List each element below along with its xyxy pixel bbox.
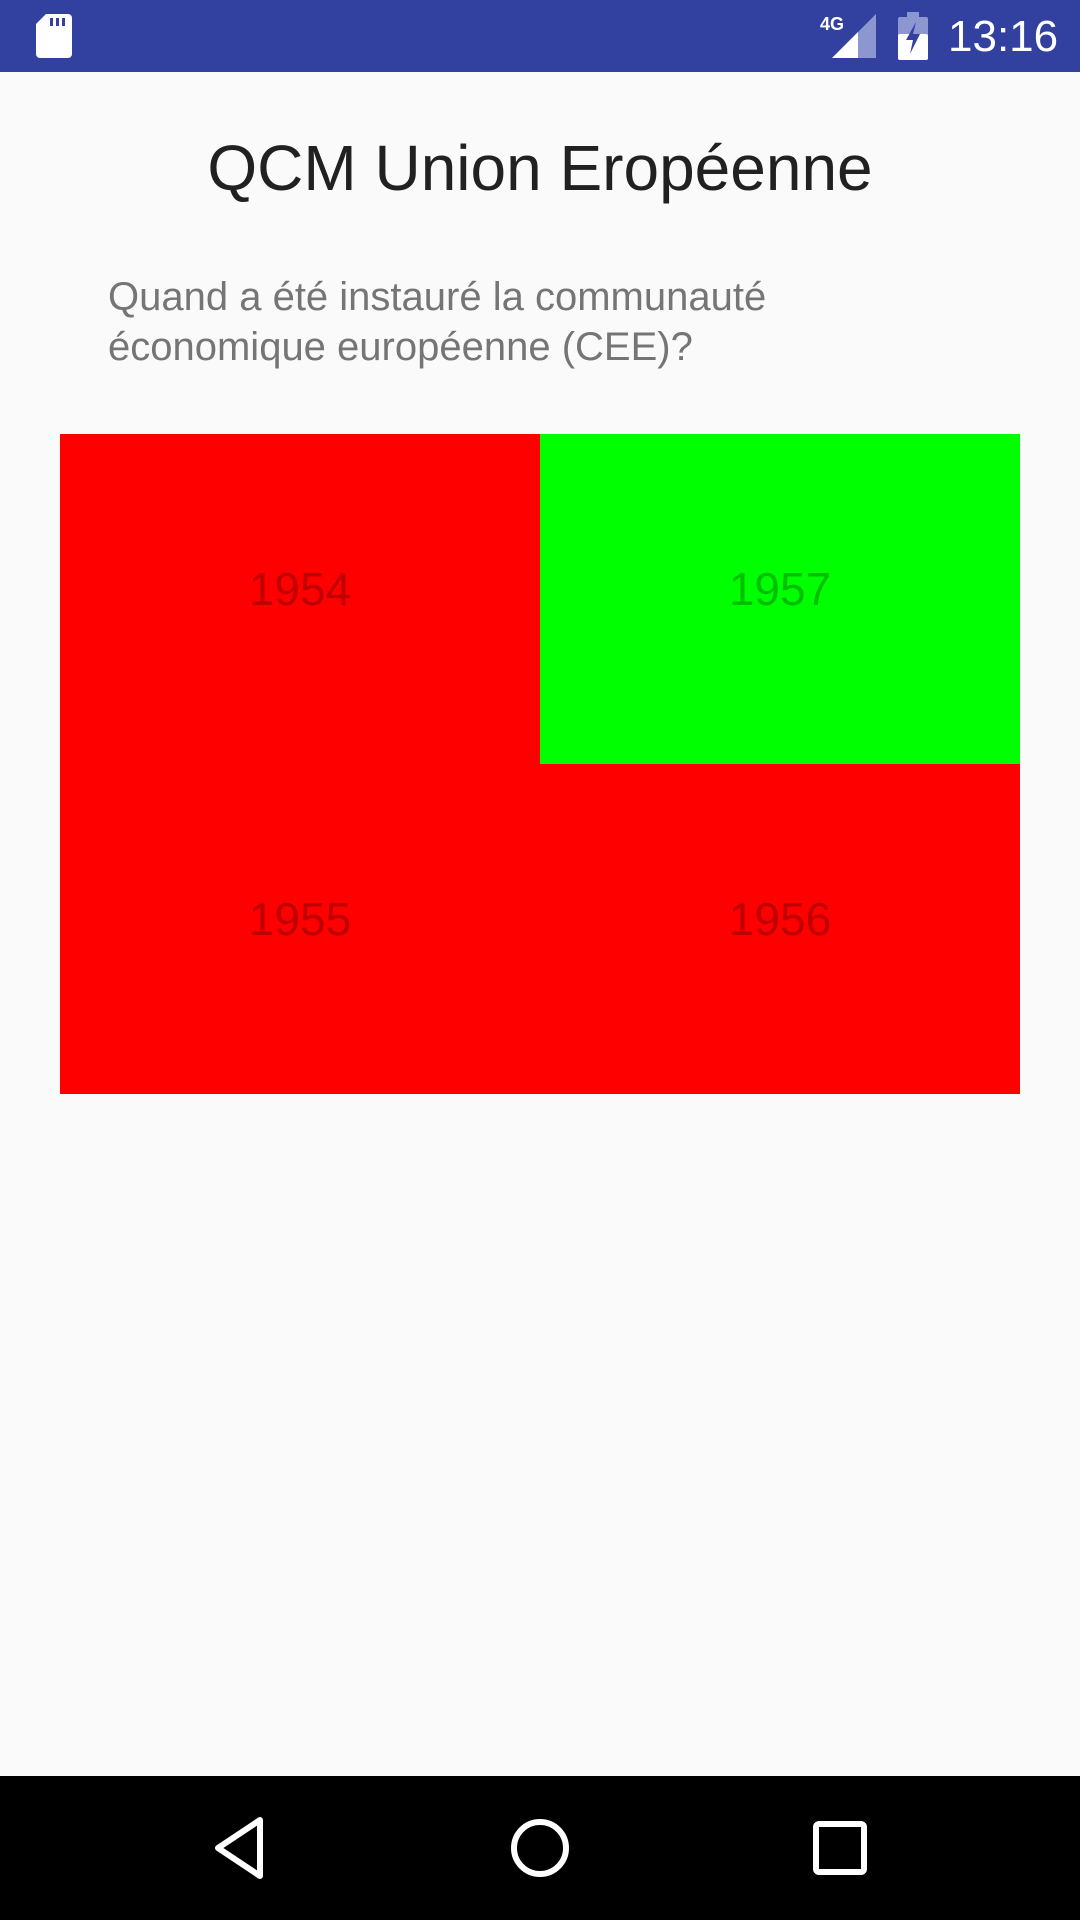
- network-type-label: 4G: [820, 14, 844, 34]
- answer-label-1: 1954: [248, 563, 352, 615]
- answer-button-4[interactable]: 1956: [540, 764, 1020, 1094]
- navigation-bar: [0, 1776, 1080, 1920]
- page-title: QCM Union Eropéenne: [207, 132, 873, 204]
- answer-label-4: 1956: [728, 893, 832, 945]
- answer-label-3: 1955: [248, 893, 352, 945]
- answer-button-3[interactable]: 1955: [60, 764, 540, 1094]
- answer-button-1[interactable]: 1954: [60, 434, 540, 764]
- answer-label-2: 1957: [728, 563, 832, 615]
- answer-button-2[interactable]: 1957: [540, 434, 1020, 764]
- status-clock: 13:16: [948, 12, 1059, 61]
- recents-icon[interactable]: [804, 1812, 876, 1884]
- back-icon[interactable]: [204, 1812, 276, 1884]
- status-bar: 4G 13:16: [0, 0, 1080, 72]
- sd-card-icon: [36, 14, 72, 58]
- home-icon[interactable]: [504, 1812, 576, 1884]
- question-text: Quand a été instauré la communauté écono…: [108, 275, 767, 369]
- signal-icon: 4G: [820, 14, 876, 58]
- answers-grid: 1954 1957 1955 1956: [60, 434, 1020, 1094]
- battery-charging-icon: [898, 12, 928, 60]
